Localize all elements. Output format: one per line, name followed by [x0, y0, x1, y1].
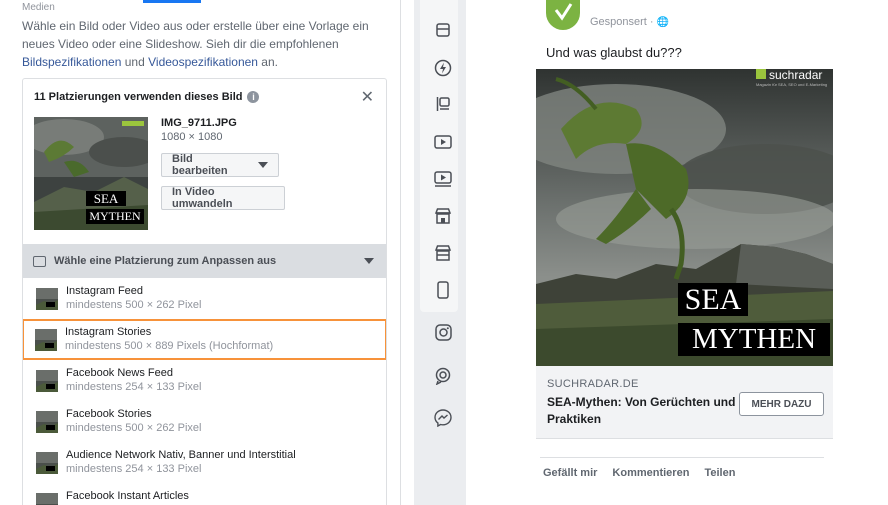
ad-headline: SEA-Mythen: Von Gerüchten und Praktiken — [547, 395, 736, 426]
card-title: 11 Platzierungen verwenden dieses Bild — [34, 91, 243, 103]
placement-icon — [33, 255, 46, 267]
ad-preview: Gesponsert · 🌐 Und was glaubst du??? suc… — [466, 0, 888, 505]
placement-list: Instagram Feed mindestens 500 × 262 Pixe… — [23, 278, 386, 505]
close-icon[interactable]: ✕ — [361, 87, 374, 107]
instream-icon[interactable] — [433, 94, 453, 114]
placement-title: Facebook Instant Articles — [66, 490, 189, 502]
placement-thumbnail — [36, 288, 58, 310]
file-name: IMG_9711.JPG — [161, 117, 237, 129]
placement-size: mindestens 500 × 262 Pixel — [66, 299, 202, 311]
search-chat-icon[interactable] — [433, 366, 453, 386]
active-tab-indicator — [143, 0, 201, 3]
placement-item[interactable]: Facebook Stories mindestens 500 × 262 Pi… — [23, 401, 386, 442]
placement-item[interactable]: Facebook Instant Articles — [23, 483, 386, 505]
chevron-down-icon — [258, 162, 268, 168]
edit-image-label: Bild bearbeiten — [172, 153, 228, 177]
video-specs-link[interactable]: Videospezifikationen — [148, 55, 258, 69]
globe-icon: 🌐 — [656, 16, 670, 28]
instagram-icon[interactable] — [433, 322, 453, 342]
placement-thumbnail — [36, 411, 58, 433]
edit-image-button[interactable]: Bild bearbeiten — [161, 153, 279, 177]
file-dimensions: 1080 × 1080 — [161, 131, 223, 143]
placement-size: mindestens 500 × 262 Pixel — [66, 422, 202, 434]
media-card: 11 Platzierungen verwenden dieses Bild i… — [22, 78, 387, 505]
brand-logo: suchradar — [769, 69, 823, 82]
post-text: Und was glaubst du??? — [546, 45, 682, 60]
thumb-mythen-label: MYTHEN — [86, 209, 144, 224]
video-play-icon[interactable] — [433, 169, 453, 189]
shop-icon[interactable] — [433, 243, 453, 263]
like-button[interactable]: Gefällt mir — [543, 467, 597, 479]
placement-rail-panel — [420, 0, 458, 312]
image-specs-link[interactable]: Bildspezifikationen — [22, 55, 121, 69]
lightning-icon[interactable] — [433, 58, 453, 78]
placement-size: mindestens 254 × 133 Pixel — [66, 463, 202, 475]
card-header: 11 Platzierungen verwenden dieses Bild i — [34, 91, 260, 103]
media-panel: Medien Wähle ein Bild oder Video aus ode… — [0, 0, 401, 505]
section-label: Medien — [22, 2, 55, 13]
placement-title: Facebook News Feed — [66, 367, 173, 379]
cta-button[interactable]: MEHR DAZU — [739, 392, 824, 416]
placement-thumbnail — [36, 370, 58, 392]
placement-thumbnail — [35, 329, 57, 351]
intro-end: an. — [257, 55, 278, 69]
ad-link-footer[interactable]: SUCHRADAR.DE SEA-Mythen: Von Gerüchten u… — [536, 366, 833, 439]
placement-title: Audience Network Nativ, Banner und Inter… — [66, 449, 296, 461]
placement-title: Instagram Feed — [66, 285, 144, 297]
post-actions: Gefällt mir Kommentieren Teilen — [543, 467, 735, 479]
marketplace-icon[interactable] — [433, 206, 453, 226]
placement-size: mindestens 500 × 889 Pixels (Hochformat) — [65, 340, 274, 352]
convert-to-video-label: In Video umwandeln — [172, 186, 233, 210]
ad-domain: SUCHRADAR.DE — [547, 378, 639, 390]
intro-and: und — [121, 55, 149, 69]
intro-text: Wähle ein Bild oder Video aus oder erste… — [22, 17, 378, 71]
video-icon[interactable] — [433, 132, 453, 152]
page-avatar — [546, 0, 580, 30]
sponsored-text: Gesponsert · — [590, 16, 654, 28]
placement-item-selected[interactable]: Instagram Stories mindestens 500 × 889 P… — [23, 319, 386, 360]
media-thumbnail: SEA MYTHEN — [34, 117, 148, 230]
convert-to-video-button[interactable]: In Video umwandeln — [161, 186, 285, 210]
divider — [540, 457, 824, 458]
placement-item[interactable]: Audience Network Nativ, Banner und Inter… — [23, 442, 386, 483]
phone-icon[interactable] — [433, 280, 453, 300]
placement-dropdown-label: Wähle eine Platzierung zum Anpassen aus — [54, 255, 277, 267]
image-mythen-label: MYTHEN — [678, 323, 830, 356]
sponsored-label: Gesponsert · 🌐 — [590, 16, 669, 28]
chevron-down-icon — [364, 258, 374, 264]
placement-title: Facebook Stories — [66, 408, 152, 420]
placement-title: Instagram Stories — [65, 326, 152, 338]
intro-text-start: Wähle ein Bild oder Video aus oder erste… — [22, 19, 369, 51]
share-button[interactable]: Teilen — [704, 467, 735, 479]
thumb-sea-label: SEA — [86, 191, 126, 206]
ad-image[interactable]: suchradar Magazin für SEA, SEO und E-Mar… — [536, 69, 833, 366]
placement-thumbnail — [36, 493, 58, 505]
image-sea-label: SEA — [678, 283, 748, 316]
placement-dropdown[interactable]: Wähle eine Platzierung zum Anpassen aus — [23, 244, 386, 278]
placement-rail — [414, 0, 466, 505]
brand-tagline: Magazin für SEA, SEO und E-Marketing — [756, 82, 828, 87]
placement-item[interactable]: Instagram Feed mindestens 500 × 262 Pixe… — [23, 278, 386, 319]
feed-icon[interactable] — [433, 20, 453, 40]
placement-item[interactable]: Facebook News Feed mindestens 254 × 133 … — [23, 360, 386, 401]
dragon-artwork — [536, 69, 833, 366]
comment-button[interactable]: Kommentieren — [612, 467, 689, 479]
placement-size: mindestens 254 × 133 Pixel — [66, 381, 202, 393]
info-icon[interactable]: i — [247, 91, 260, 103]
placement-thumbnail — [36, 452, 58, 474]
messenger-icon[interactable] — [433, 408, 453, 428]
